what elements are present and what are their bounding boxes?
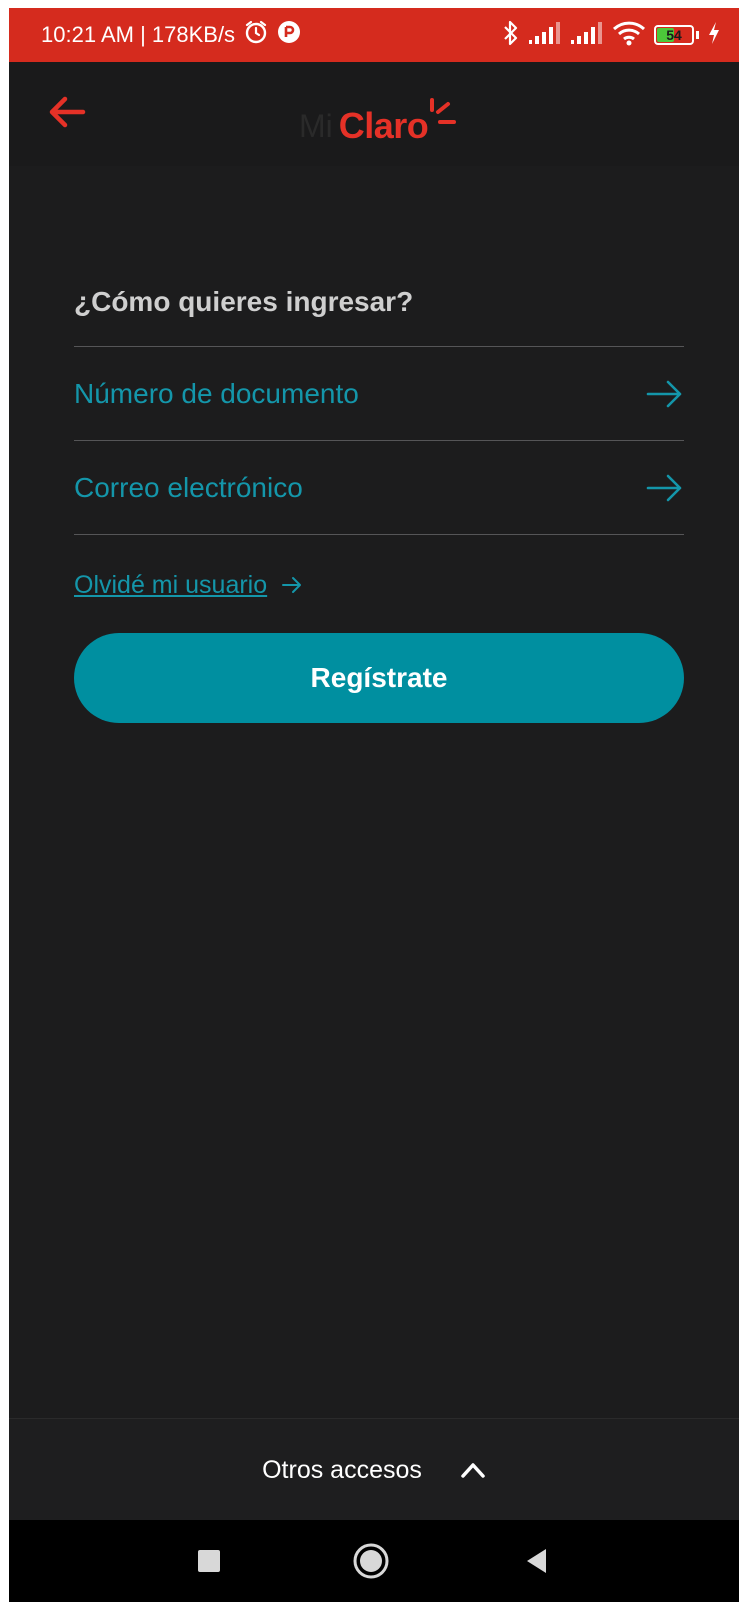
option-label: Correo electrónico bbox=[74, 471, 303, 503]
logo-prefix: Mi bbox=[299, 108, 333, 144]
option-document-number[interactable]: Número de documento bbox=[74, 347, 684, 440]
battery-level: 54 bbox=[666, 27, 682, 43]
back-nav-button[interactable] bbox=[497, 1520, 577, 1602]
page-title: ¿Cómo quieres ingresar? bbox=[74, 286, 414, 317]
arrow-right-icon bbox=[282, 577, 302, 593]
logo-text: Claro bbox=[338, 105, 429, 146]
status-right: 54 bbox=[502, 8, 721, 62]
system-nav-bar bbox=[9, 1520, 739, 1602]
logo-rays-icon bbox=[430, 98, 457, 124]
recent-apps-icon bbox=[198, 1550, 220, 1572]
option-label: Número de documento bbox=[74, 377, 359, 409]
option-email[interactable]: Correo electrónico bbox=[74, 441, 684, 534]
chevron-up-icon bbox=[461, 1463, 485, 1478]
home-button[interactable] bbox=[331, 1520, 411, 1602]
home-icon bbox=[353, 1543, 389, 1579]
register-button[interactable]: Regístrate bbox=[74, 633, 684, 723]
battery-cap bbox=[696, 31, 699, 39]
status-bar: 10:21 AM | 178KB/s 54 bbox=[9, 8, 739, 62]
bluetooth-icon bbox=[502, 19, 520, 52]
forgot-user-label: Olvidé mi usuario bbox=[74, 570, 268, 599]
arrow-right-icon bbox=[646, 380, 682, 407]
forgot-user-link[interactable]: Olvidé mi usuario bbox=[74, 565, 684, 605]
charging-icon bbox=[707, 21, 721, 50]
divider bbox=[74, 534, 684, 535]
arrow-left-icon bbox=[49, 96, 86, 128]
back-button[interactable] bbox=[45, 90, 89, 134]
alarm-icon bbox=[243, 19, 269, 51]
status-left: 10:21 AM | 178KB/s bbox=[41, 8, 301, 62]
app-header: Mi Claro bbox=[9, 62, 739, 166]
signal-icon bbox=[528, 21, 562, 50]
arrow-right-icon bbox=[646, 474, 682, 501]
wifi-icon bbox=[612, 20, 646, 51]
other-access-toggle[interactable]: Otros accesos bbox=[9, 1418, 739, 1521]
recent-apps-button[interactable] bbox=[169, 1520, 249, 1602]
battery-icon: 54 bbox=[654, 25, 694, 45]
mi-claro-logo: Mi Claro bbox=[299, 86, 457, 146]
status-time-speed: 10:21 AM | 178KB/s bbox=[41, 22, 236, 47]
signal-icon bbox=[570, 21, 604, 50]
app-screen: 10:21 AM | 178KB/s 54 Mi Claro ¿Cómo qui… bbox=[9, 8, 739, 1602]
back-triangle-icon bbox=[527, 1549, 546, 1573]
login-options: ¿Cómo quieres ingresar? Número de docume… bbox=[74, 278, 684, 723]
app-notification-icon bbox=[277, 20, 301, 50]
other-access-label: Otros accesos bbox=[262, 1455, 422, 1484]
